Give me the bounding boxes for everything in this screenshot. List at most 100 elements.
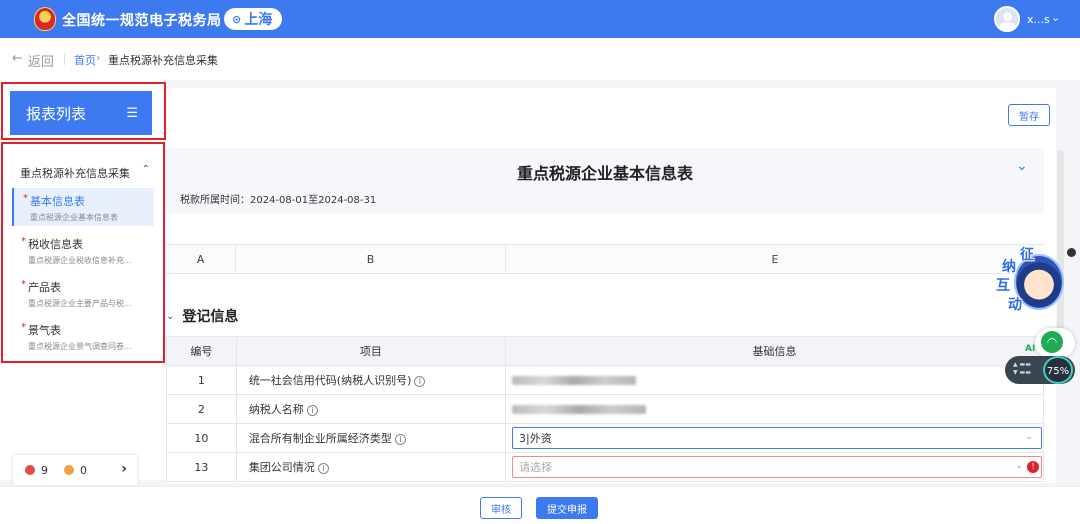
assistant-char: 互 bbox=[996, 278, 1010, 294]
back-button[interactable]: ← 返回 bbox=[12, 51, 54, 70]
breadcrumb-home-link[interactable]: 首页 bbox=[74, 52, 96, 68]
chevron-down-icon[interactable]: ⌄ bbox=[1016, 158, 1028, 174]
required-mark: * bbox=[21, 236, 26, 247]
required-mark: * bbox=[23, 193, 28, 204]
info-icon[interactable]: i bbox=[317, 462, 329, 474]
report-list-label: 报表列表 bbox=[26, 104, 87, 123]
required-mark: * bbox=[21, 322, 26, 333]
site-title[interactable]: 全国统一规范电子税务局 bbox=[62, 10, 222, 30]
row-value bbox=[505, 365, 1044, 395]
group-company-select[interactable]: 请选择 ⌄ ! bbox=[512, 456, 1042, 478]
row-value: 请选择 ⌄ ! bbox=[505, 452, 1044, 482]
column-header: 基础信息 bbox=[505, 336, 1044, 366]
select-value: 3|外资 bbox=[519, 432, 552, 445]
row-item-label: 统一社会信用代码(纳税人识别号) bbox=[248, 374, 412, 387]
sidebar-item-title: 税收信息表 bbox=[28, 238, 83, 251]
section-header[interactable]: ⌄ 登记信息 bbox=[166, 306, 238, 326]
error-count: 9 bbox=[41, 463, 48, 477]
row-value: 3|外资 ⌄ bbox=[505, 423, 1044, 453]
back-label: 返回 bbox=[27, 55, 54, 70]
column-header: 编号 bbox=[166, 336, 237, 366]
redacted-value bbox=[512, 405, 646, 414]
sidebar-item-basic-info[interactable]: * 基本信息表 重点税源企业基本信息表 bbox=[12, 188, 154, 226]
error-dot-icon bbox=[25, 465, 35, 475]
chevron-down-icon: ⌄ bbox=[166, 310, 175, 322]
row-item-label: 纳税人名称 bbox=[248, 403, 304, 416]
sidebar-item-product[interactable]: * 产品表 重点税源企业主要产品与税... bbox=[12, 274, 154, 312]
row-item: 集团公司情况 i bbox=[235, 452, 507, 482]
required-mark: * bbox=[21, 279, 26, 290]
info-icon[interactable]: i bbox=[306, 404, 318, 416]
row-item: 混合所有制企业所属经济类型 i bbox=[235, 423, 507, 453]
username[interactable]: x...s bbox=[1027, 13, 1050, 26]
review-button[interactable]: 审核 bbox=[480, 497, 522, 519]
column-letter-header: A B E bbox=[166, 244, 1044, 274]
sidebar-item-subtitle: 重点税源企业基本信息表 bbox=[30, 213, 118, 222]
sidebar-item-subtitle: 重点税源企业主要产品与税... bbox=[28, 299, 132, 308]
breadcrumb-separator: › bbox=[96, 51, 101, 64]
validation-counter[interactable]: 9 0 › bbox=[12, 454, 138, 486]
table-header-row: 编号 项目 基础信息 bbox=[166, 336, 1044, 366]
assistant-char: 纳 bbox=[1002, 259, 1016, 275]
location-pin-icon: ⊙ bbox=[232, 12, 242, 26]
breadcrumb-current: 重点税源补充信息采集 bbox=[108, 54, 218, 67]
row-item: 纳税人名称 i bbox=[235, 394, 507, 424]
network-monitor-widget[interactable]: ▲ ▬▬ ▼ ▬▬ 75% bbox=[1005, 356, 1075, 384]
row-number: 1 bbox=[166, 365, 237, 395]
redacted-value bbox=[512, 376, 636, 385]
tax-assistant-widget[interactable]: 征 纳 互 动 bbox=[996, 244, 1066, 316]
error-alert-icon: ! bbox=[1027, 461, 1039, 473]
table-row: 1 统一社会信用代码(纳税人识别号) i bbox=[166, 365, 1044, 395]
section-title: 登记信息 bbox=[182, 309, 239, 325]
column-letter: A bbox=[166, 245, 236, 273]
location-selector[interactable]: ⊙ 上海 bbox=[224, 8, 282, 30]
sidebar-item-survey[interactable]: * 景气表 重点税源企业景气调查问卷... bbox=[12, 317, 154, 355]
row-value bbox=[505, 394, 1044, 424]
chevron-up-icon: ⌃ bbox=[141, 164, 150, 175]
arrow-left-icon: ← bbox=[12, 51, 23, 66]
row-number: 10 bbox=[166, 423, 237, 453]
economic-type-select[interactable]: 3|外资 ⌄ bbox=[512, 427, 1042, 449]
location-label: 上海 bbox=[244, 12, 273, 28]
table-row: 13 集团公司情况 i 请选择 ⌄ ! bbox=[166, 452, 1044, 482]
info-icon[interactable]: i bbox=[414, 375, 426, 387]
sidebar-item-title: 产品表 bbox=[28, 281, 61, 294]
sidebar-item-tax-info[interactable]: * 税收信息表 重点税源企业税收信息补充... bbox=[12, 231, 154, 269]
tax-emblem-icon bbox=[34, 7, 56, 31]
chevron-down-icon: ⌄ bbox=[1015, 461, 1023, 471]
form-title: 重点税源企业基本信息表 bbox=[516, 164, 693, 183]
registration-table: 编号 项目 基础信息 1 统一社会信用代码(纳税人识别号) i 2 纳税人名称 i … bbox=[166, 336, 1044, 482]
main-panel: 暂存 重点税源企业基本信息表 税款所属时间：2024-08-01至2024-08… bbox=[166, 88, 1056, 483]
report-list-button[interactable]: 报表列表 ☰ bbox=[10, 91, 152, 135]
save-draft-button[interactable]: 暂存 bbox=[1008, 104, 1050, 126]
row-number: 13 bbox=[166, 452, 237, 482]
scroll-handle[interactable] bbox=[1067, 248, 1076, 257]
sidebar-item-title: 景气表 bbox=[28, 324, 61, 337]
assistant-char: 征 bbox=[1020, 247, 1034, 263]
tax-period: 税款所属时间：2024-08-01至2024-08-31 bbox=[180, 195, 377, 206]
top-bar: 全国统一规范电子税务局 ⊙ 上海 x...s ⌄ bbox=[0, 0, 1080, 38]
sidebar-item-subtitle: 重点税源企业税收信息补充... bbox=[28, 256, 132, 265]
form-info-card: 重点税源企业基本信息表 税款所属时间：2024-08-01至2024-08-31… bbox=[166, 148, 1044, 214]
row-number: 2 bbox=[166, 394, 237, 424]
info-icon[interactable]: i bbox=[394, 433, 406, 445]
usage-percent: 75% bbox=[1043, 356, 1073, 384]
list-menu-icon: ☰ bbox=[126, 106, 138, 121]
table-row: 10 混合所有制企业所属经济类型 i 3|外资 ⌄ bbox=[166, 423, 1044, 453]
chevron-down-icon: ⌄ bbox=[1025, 432, 1033, 442]
chevron-right-icon[interactable]: › bbox=[121, 461, 127, 477]
sidebar-group-label: 重点税源补充信息采集 bbox=[20, 167, 130, 180]
sidebar-item-title: 基本信息表 bbox=[30, 195, 85, 208]
sidebar-group-header[interactable]: 重点税源补充信息采集 ⌃ bbox=[20, 164, 150, 181]
column-header: 项目 bbox=[235, 336, 507, 366]
sidebar-item-subtitle: 重点税源企业景气调查问卷... bbox=[28, 342, 132, 351]
sidebar: 报表列表 ☰ 重点税源补充信息采集 ⌃ * 基本信息表 重点税源企业基本信息表 … bbox=[0, 80, 166, 480]
user-avatar[interactable] bbox=[994, 6, 1020, 32]
submit-declaration-button[interactable]: 提交申报 bbox=[536, 497, 598, 519]
breadcrumb-bar: ← 返回 首页 › 重点税源补充信息采集 bbox=[0, 38, 1080, 80]
warning-count: 0 bbox=[80, 463, 87, 477]
select-placeholder: 请选择 bbox=[519, 461, 552, 474]
row-item: 统一社会信用代码(纳税人识别号) i bbox=[235, 365, 507, 395]
ai-assistant-button[interactable]: ◠ AI bbox=[1025, 328, 1075, 358]
chevron-down-icon[interactable]: ⌄ bbox=[1051, 11, 1060, 24]
